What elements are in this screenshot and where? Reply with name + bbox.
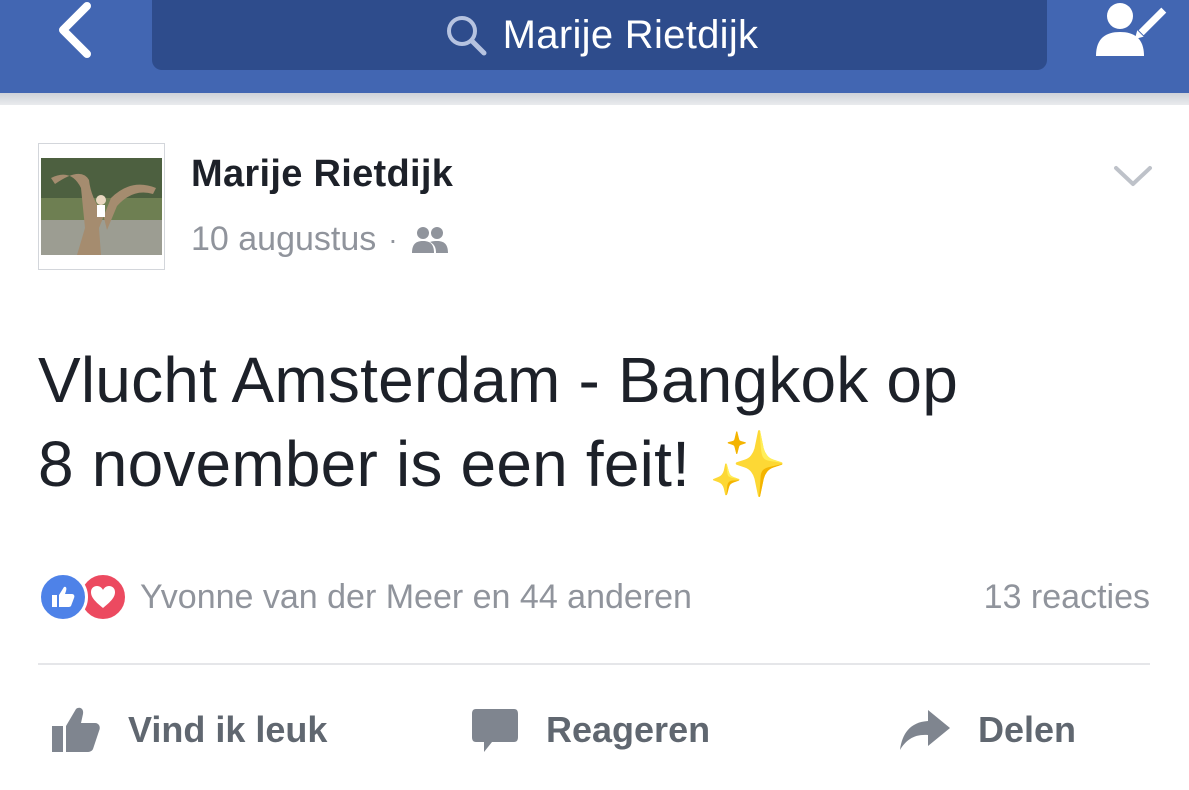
post-message-line-1: Vlucht Amsterdam - Bangkok op bbox=[38, 344, 959, 416]
post-message-text: 8 november is een feit! bbox=[38, 428, 691, 500]
comment-label: Reageren bbox=[546, 709, 711, 750]
post-options-button[interactable] bbox=[1110, 156, 1156, 196]
friends-icon[interactable] bbox=[410, 225, 450, 255]
post-message: Vlucht Amsterdam - Bangkok op 8 november… bbox=[38, 338, 1158, 506]
post-meta: 10 augustus · bbox=[191, 220, 450, 259]
like-label: Vind ik leuk bbox=[128, 709, 328, 750]
post-actions: Vind ik leuk Reageren Delen bbox=[0, 690, 1189, 770]
share-label: Delen bbox=[978, 709, 1077, 750]
profile-photo bbox=[41, 158, 162, 255]
share-button[interactable]: Delen bbox=[898, 690, 1076, 770]
avatar[interactable] bbox=[38, 143, 165, 270]
meta-separator: · bbox=[388, 223, 398, 255]
thumbs-up-icon bbox=[50, 704, 102, 756]
back-button[interactable] bbox=[40, 0, 110, 60]
like-button[interactable]: Vind ik leuk bbox=[50, 690, 327, 770]
reaction-summary[interactable]: Yvonne van der Meer en 44 anderen bbox=[140, 578, 692, 617]
person-edit-icon bbox=[1096, 3, 1170, 56]
chevron-down-icon bbox=[1114, 166, 1152, 186]
profile-edit-button[interactable] bbox=[1091, 0, 1171, 60]
chevron-left-icon bbox=[59, 2, 91, 58]
search-input[interactable]: Marije Rietdijk bbox=[152, 0, 1047, 70]
share-arrow-icon bbox=[898, 708, 952, 752]
divider bbox=[38, 663, 1150, 665]
comment-count[interactable]: 13 reacties bbox=[984, 578, 1150, 617]
top-navigation-bar: Marije Rietdijk bbox=[0, 0, 1189, 93]
post-message-line-2: 8 november is een feit! ✨ bbox=[38, 422, 1158, 506]
post-date[interactable]: 10 augustus bbox=[191, 220, 376, 259]
reactions-bar: Yvonne van der Meer en 44 anderen 13 rea… bbox=[38, 572, 1150, 622]
header-shadow bbox=[0, 93, 1189, 105]
search-query-text: Marije Rietdijk bbox=[502, 12, 759, 57]
post-author-name[interactable]: Marije Rietdijk bbox=[191, 153, 453, 196]
comment-button[interactable]: Reageren bbox=[470, 690, 710, 770]
sparkles-emoji: ✨ bbox=[708, 428, 788, 500]
like-reaction-icon[interactable] bbox=[38, 572, 88, 622]
comment-bubble-icon bbox=[470, 705, 520, 755]
search-icon bbox=[441, 10, 491, 60]
